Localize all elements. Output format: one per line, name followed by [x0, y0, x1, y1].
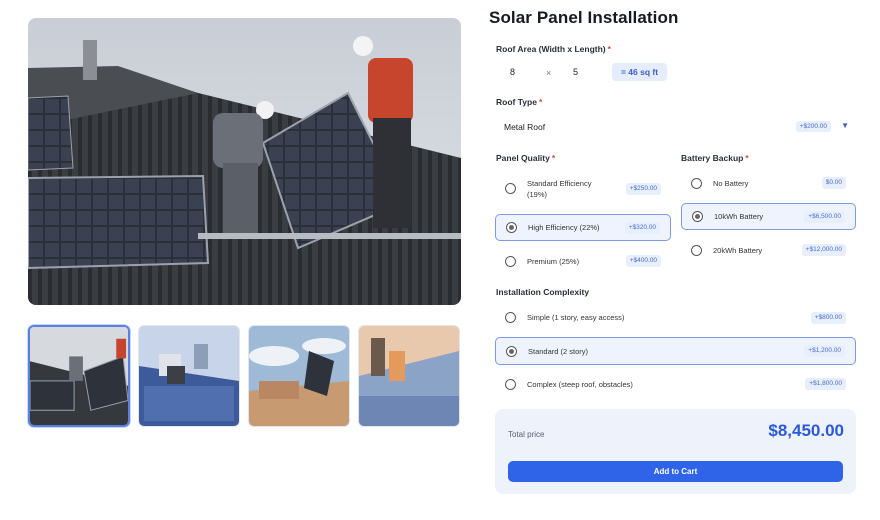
required-mark: *: [538, 97, 543, 107]
area-result-badge: = 46 sq ft: [612, 63, 667, 81]
solar-installation-photo: [28, 18, 461, 305]
panel-quality-label-text: Panel Quality: [496, 153, 550, 163]
required-mark: *: [607, 44, 611, 54]
option-label: No Battery: [713, 178, 749, 188]
radio-button[interactable]: [505, 378, 516, 390]
radio-button[interactable]: [691, 177, 702, 189]
roof-area-label-text: Roof Area (Width x Length): [496, 44, 606, 54]
page-title: Solar Panel Installation: [489, 8, 679, 27]
thumbnail-1[interactable]: [28, 325, 130, 427]
thumbnail-image: [30, 327, 128, 425]
battery-option-none[interactable]: No Battery $0.00: [681, 170, 856, 196]
option-label: Simple (1 story, easy access): [527, 313, 625, 322]
option-label: High Efficiency (22%): [528, 223, 600, 232]
total-price-label: Total price: [508, 430, 545, 439]
panel-quality-label: Panel Quality *: [496, 153, 555, 163]
price-badge: +$250.00: [625, 182, 661, 195]
option-label: 10kWh Battery: [714, 212, 764, 221]
panel-option-premium[interactable]: Premium (25%) +$400.00: [495, 248, 671, 274]
complexity-option-simple[interactable]: Simple (1 story, easy access) +$800.00: [495, 304, 856, 331]
battery-backup-label-text: Battery Backup: [681, 153, 744, 163]
thumbnail-image: [359, 326, 459, 426]
price-badge: +$320.00: [624, 221, 660, 234]
radio-button[interactable]: [691, 244, 702, 256]
total-price-value: $8,450.00: [768, 421, 844, 440]
thumbnail-4[interactable]: [358, 325, 460, 427]
total-summary: Total price $8,450.00 Add to Cart: [495, 409, 856, 494]
radio-button[interactable]: [505, 183, 516, 194]
radio-button[interactable]: [692, 211, 703, 222]
thumbnail-strip: [28, 325, 461, 427]
roof-type-price-badge: +$200.00: [795, 121, 831, 132]
price-badge: +$800.00: [810, 311, 846, 324]
price-badge: $0.00: [821, 177, 846, 189]
roof-type-select[interactable]: Metal Roof +$200.00 ▼: [495, 116, 855, 138]
multiply-sign: ×: [546, 68, 552, 78]
roof-area-label: Roof Area (Width x Length) *: [496, 44, 611, 54]
roof-type-label: Roof Type *: [496, 97, 542, 107]
option-label: Premium (25%): [527, 256, 580, 266]
radio-button[interactable]: [506, 222, 517, 233]
option-label: Complex (steep roof, obstacles): [527, 379, 633, 389]
thumbnail-3[interactable]: [248, 325, 350, 427]
roof-length-input[interactable]: 5: [573, 62, 603, 82]
roof-type-value: Metal Roof: [504, 122, 546, 132]
panel-option-standard[interactable]: Standard Efficiency (19%) +$250.00: [495, 172, 671, 205]
required-mark: *: [745, 153, 749, 163]
thumbnail-image: [249, 326, 349, 426]
battery-backup-label: Battery Backup *: [681, 153, 749, 163]
panel-option-high-efficiency[interactable]: High Efficiency (22%) +$320.00: [495, 214, 671, 241]
roof-width-input[interactable]: 8: [510, 62, 540, 82]
roof-type-label-text: Roof Type: [496, 97, 537, 107]
add-to-cart-button[interactable]: Add to Cart: [508, 461, 843, 482]
price-badge: +$400.00: [625, 255, 661, 267]
price-badge: +$12,000.00: [801, 244, 846, 256]
price-badge: +$1,200.00: [804, 345, 845, 357]
chevron-down-icon: ▼: [841, 121, 849, 130]
price-badge: +$1,800.00: [805, 378, 846, 390]
option-label: Standard Efficiency (19%): [527, 178, 592, 199]
radio-button[interactable]: [506, 345, 517, 357]
complexity-option-standard[interactable]: Standard (2 story) +$1,200.00: [495, 337, 856, 365]
installation-complexity-label: Installation Complexity: [496, 287, 590, 297]
option-label: 20kWh Battery: [713, 245, 763, 255]
required-mark: *: [551, 153, 556, 163]
battery-option-20kwh[interactable]: 20kWh Battery +$12,000.00: [681, 237, 856, 263]
main-product-photo: [28, 18, 461, 305]
radio-button[interactable]: [505, 312, 516, 323]
battery-option-10kwh[interactable]: 10kWh Battery +$6,500.00: [681, 203, 856, 230]
complexity-option-complex[interactable]: Complex (steep roof, obstacles) +$1,800.…: [495, 371, 856, 397]
price-badge: +$6,500.00: [804, 210, 845, 223]
thumbnail-image: [139, 326, 239, 426]
option-label: Standard (2 story): [528, 346, 589, 356]
radio-button[interactable]: [505, 255, 516, 267]
thumbnail-2[interactable]: [138, 325, 240, 427]
